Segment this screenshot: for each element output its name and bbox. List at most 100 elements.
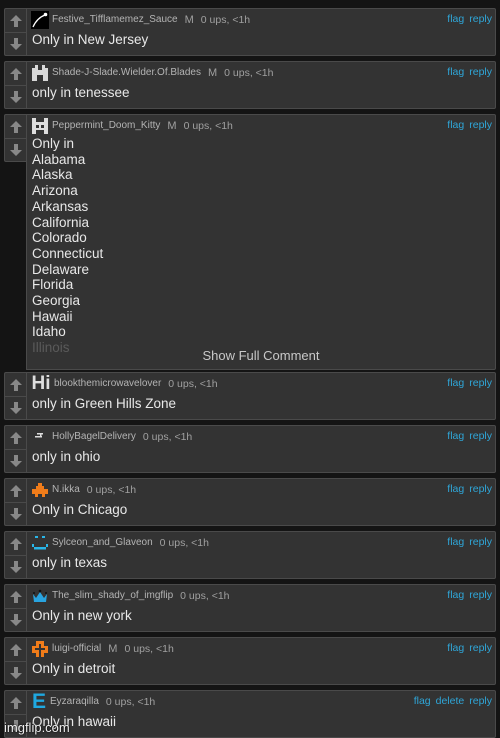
hi-text-avatar[interactable]: Hi bbox=[31, 373, 51, 394]
orange-block-avatar[interactable] bbox=[31, 640, 49, 658]
comment-header: HollyBagelDelivery 0 ups, <1h flag reply bbox=[27, 426, 495, 447]
comment-text: Only in hawaii bbox=[32, 714, 117, 729]
comment-actions: flag reply bbox=[442, 13, 492, 25]
upvote-button[interactable] bbox=[5, 585, 27, 608]
comment-text: only in texas bbox=[32, 555, 108, 570]
mod-badge: M bbox=[108, 642, 118, 655]
flag-link[interactable]: flag bbox=[447, 483, 464, 495]
flag-link[interactable]: flag bbox=[447, 377, 464, 389]
flag-link[interactable]: flag bbox=[447, 642, 464, 654]
comment-header: Sylceon_and_Glaveon 0 ups, <1h flag reply bbox=[27, 532, 495, 553]
username-link[interactable]: N.ikka bbox=[52, 484, 80, 495]
comment-line: Alabama bbox=[32, 151, 86, 167]
comment-actions: flag reply bbox=[442, 119, 492, 131]
username-link[interactable]: luigi-official bbox=[52, 643, 101, 654]
flag-link[interactable]: flag bbox=[447, 430, 464, 442]
arrow-down-icon bbox=[10, 455, 22, 467]
comment-body: E Eyzaraqilla 0 ups, <1h flag delete reply… bbox=[26, 690, 496, 738]
comment-meta: 0 ups, <1h bbox=[200, 13, 251, 26]
arrow-down-icon bbox=[10, 561, 22, 573]
upvote-button[interactable] bbox=[5, 9, 27, 32]
reply-link[interactable]: reply bbox=[469, 483, 492, 495]
flag-link[interactable]: flag bbox=[447, 119, 464, 131]
blue-crown-avatar[interactable] bbox=[31, 587, 49, 605]
arrow-up-icon bbox=[10, 67, 22, 80]
username-link[interactable]: HollyBagelDelivery bbox=[52, 431, 136, 442]
downvote-button[interactable] bbox=[5, 502, 27, 525]
show-full-comment-button[interactable]: Show Full Comment bbox=[27, 348, 495, 363]
vote-column bbox=[4, 114, 27, 162]
reply-link[interactable]: reply bbox=[469, 536, 492, 548]
comment-actions: flag reply bbox=[442, 66, 492, 78]
username-link[interactable]: blookthemicrowavelover bbox=[54, 378, 161, 389]
delete-link[interactable]: delete bbox=[436, 695, 465, 707]
downvote-button[interactable] bbox=[5, 85, 27, 108]
username-link[interactable]: Eyzaraqilla bbox=[50, 696, 99, 707]
upvote-button[interactable] bbox=[5, 115, 27, 138]
upvote-button[interactable] bbox=[5, 479, 27, 502]
reply-link[interactable]: reply bbox=[469, 642, 492, 654]
vote-column bbox=[4, 478, 27, 526]
upvote-button[interactable] bbox=[5, 62, 27, 85]
comment-line: Florida bbox=[32, 277, 74, 293]
upvote-button[interactable] bbox=[5, 691, 27, 714]
mod-badge: M bbox=[184, 13, 194, 26]
reply-link[interactable]: reply bbox=[469, 589, 492, 601]
comment-actions: flag reply bbox=[442, 377, 492, 389]
comment-header: Peppermint_Doom_Kitty M 0 ups, <1h flag r… bbox=[27, 115, 495, 136]
blue-e-avatar[interactable]: E bbox=[31, 690, 47, 713]
downvote-button[interactable] bbox=[5, 449, 27, 472]
downvote-button[interactable] bbox=[5, 32, 27, 55]
flag-link[interactable]: flag bbox=[447, 536, 464, 548]
reply-link[interactable]: reply bbox=[469, 695, 492, 707]
arrow-up-icon bbox=[10, 120, 22, 133]
downvote-button[interactable] bbox=[5, 555, 27, 578]
upvote-button[interactable] bbox=[5, 532, 27, 555]
arrow-up-icon bbox=[10, 537, 22, 550]
floppy-disk-avatar[interactable] bbox=[31, 64, 49, 82]
comment-line: California bbox=[32, 214, 90, 230]
reply-link[interactable]: reply bbox=[469, 377, 492, 389]
comment-header: N.ikka 0 ups, <1h flag reply bbox=[27, 479, 495, 500]
upvote-button[interactable] bbox=[5, 638, 27, 661]
reply-link[interactable]: reply bbox=[469, 66, 492, 78]
comment-actions: flag reply bbox=[442, 589, 492, 601]
comment-body: N.ikka 0 ups, <1h flag reply Only in Chic… bbox=[26, 478, 496, 526]
username-link[interactable]: Sylceon_and_Glaveon bbox=[52, 537, 153, 548]
username-link[interactable]: The_slim_shady_of_imgflip bbox=[52, 590, 173, 601]
comment-line: Alaska bbox=[32, 167, 73, 183]
shooting-star-avatar[interactable] bbox=[31, 10, 49, 29]
blue-smiley-avatar[interactable] bbox=[31, 534, 49, 552]
small-glyph-avatar[interactable] bbox=[31, 428, 49, 446]
comment-meta: 0 ups, <1h bbox=[142, 430, 193, 443]
reply-link[interactable]: reply bbox=[469, 119, 492, 131]
downvote-button[interactable] bbox=[5, 608, 27, 631]
arrow-down-icon bbox=[10, 144, 22, 156]
comment-text: Only in detroit bbox=[32, 661, 116, 676]
comment-meta: 0 ups, <1h bbox=[183, 119, 233, 132]
downvote-button[interactable] bbox=[5, 138, 27, 161]
mod-badge: M bbox=[207, 66, 218, 79]
arrow-up-icon bbox=[10, 590, 22, 603]
upvote-button[interactable] bbox=[5, 426, 27, 449]
reply-link[interactable]: reply bbox=[469, 430, 492, 442]
downvote-button[interactable] bbox=[5, 396, 27, 419]
comment-text: only in ohio bbox=[32, 449, 101, 464]
comment-actions: flag delete reply bbox=[409, 695, 492, 707]
flag-link[interactable]: flag bbox=[414, 695, 431, 707]
flag-link[interactable]: flag bbox=[447, 13, 464, 25]
flag-link[interactable]: flag bbox=[447, 66, 464, 78]
flag-link[interactable]: flag bbox=[447, 589, 464, 601]
upvote-button[interactable] bbox=[5, 373, 27, 396]
username-link[interactable]: Festive_Tifflamemez_Sauce bbox=[52, 14, 178, 25]
username-link[interactable]: Shade-J-Slade.Wielder.Of.Blades bbox=[52, 67, 201, 78]
downvote-button[interactable] bbox=[5, 661, 27, 684]
arrow-up-icon bbox=[10, 378, 22, 391]
pixel-cat-avatar[interactable] bbox=[31, 117, 49, 135]
comment-actions: flag reply bbox=[442, 483, 492, 495]
orange-pixel-avatar[interactable] bbox=[31, 481, 49, 499]
username-link[interactable]: Peppermint_Doom_Kitty bbox=[52, 120, 160, 131]
reply-link[interactable]: reply bbox=[469, 13, 492, 25]
comment-meta: 0 ups, <1h bbox=[224, 66, 274, 79]
comment-meta: 0 ups, <1h bbox=[168, 377, 218, 390]
